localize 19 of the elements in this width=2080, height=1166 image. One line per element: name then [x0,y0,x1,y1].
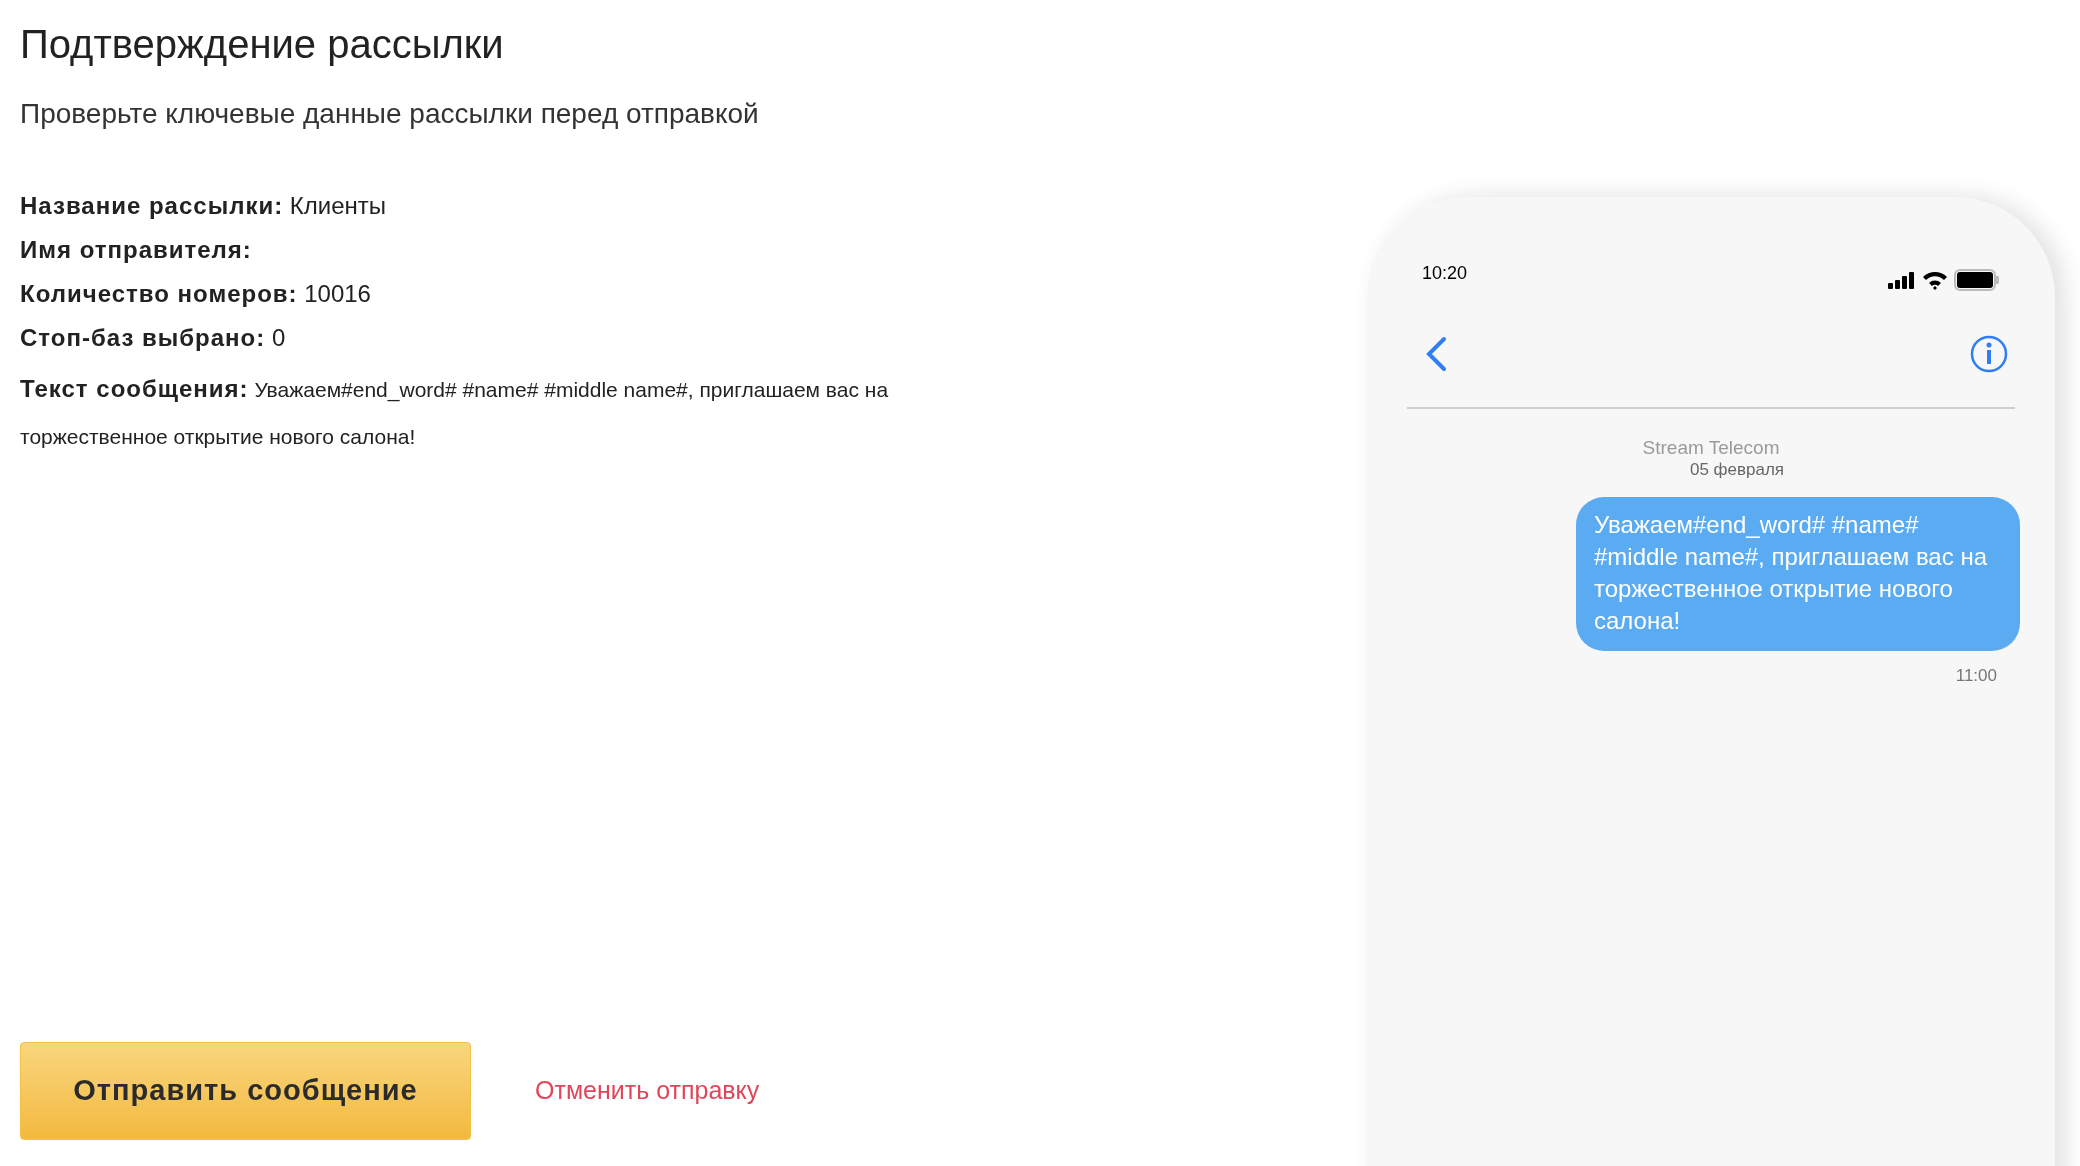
detail-line: Имя отправителя: [20,235,252,265]
battery-icon [1954,269,2000,291]
sender-name: Stream Telecom [1642,437,1780,459]
page-subtitle: Проверьте ключевые данные рассылки перед отправкой [20,97,759,131]
back-icon[interactable] [1425,336,1447,372]
info-icon[interactable] [1970,335,2008,373]
send-message-button[interactable]: Отправить сообщение [20,1042,471,1140]
detail-line: Текст сообщения: Уважаем#end_word# #name# #middle name#, приглашаем вас на торжественное открытие нового салона! [20,374,890,450]
message-date: 05 февраля [1689,459,1785,481]
detail-line: Количество номеров: 10016 [20,279,371,309]
page-title: Подтверждение рассылки [20,21,504,68]
signal-icon [1888,271,1916,289]
detail-line: Стоп-баз выбрано: 0 [20,323,286,353]
wifi-icon [1922,270,1948,290]
message-bubble: Уважаем#end_word# #name# #middle name#, приглашаем вас на торжественное открытие нового салона! [1576,497,2020,651]
message-time: 11:00 [1955,665,1997,687]
status-time: 10:20 [1422,261,1468,285]
cancel-sending-link[interactable]: Отменить отправку [535,1072,760,1110]
detail-line: Название рассылки: Клиенты [20,191,387,221]
